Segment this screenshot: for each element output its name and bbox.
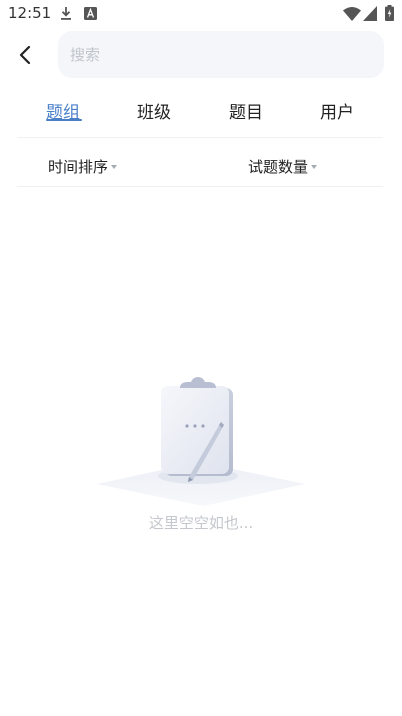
sort-by-question-count-dropdown[interactable]: 试题数量: [248, 156, 318, 177]
caret-down-icon: [111, 165, 118, 169]
empty-state-message: 这里空空如也...: [148, 514, 254, 532]
sort-by-time-dropdown[interactable]: 时间排序: [48, 156, 118, 177]
sort-bar: 时间排序 试题数量: [17, 138, 383, 187]
sort-by-question-count-label: 试题数量: [248, 158, 309, 176]
status-time: 12:51: [8, 4, 52, 22]
active-tab-indicator: [46, 119, 82, 121]
caret-down-icon: [311, 165, 318, 169]
search-bar[interactable]: [58, 31, 384, 78]
wifi-icon: [343, 5, 361, 21]
text-a-icon: [84, 5, 97, 21]
signal-icon: [363, 5, 377, 21]
tab-bar: 题组 班级 题目 用户: [17, 90, 383, 138]
tab-classes[interactable]: 班级: [137, 98, 171, 123]
sort-by-time-label: 时间排序: [48, 158, 109, 176]
search-input[interactable]: [70, 45, 370, 64]
download-icon: [60, 5, 72, 21]
battery-icon: [385, 5, 394, 21]
back-button[interactable]: [8, 38, 42, 72]
status-bar: 12:51: [0, 0, 402, 28]
tab-questions[interactable]: 题目: [229, 98, 263, 123]
empty-clipboard-illustration: [97, 377, 305, 506]
tab-users[interactable]: 用户: [320, 98, 354, 123]
chevron-left-icon: [19, 45, 31, 65]
